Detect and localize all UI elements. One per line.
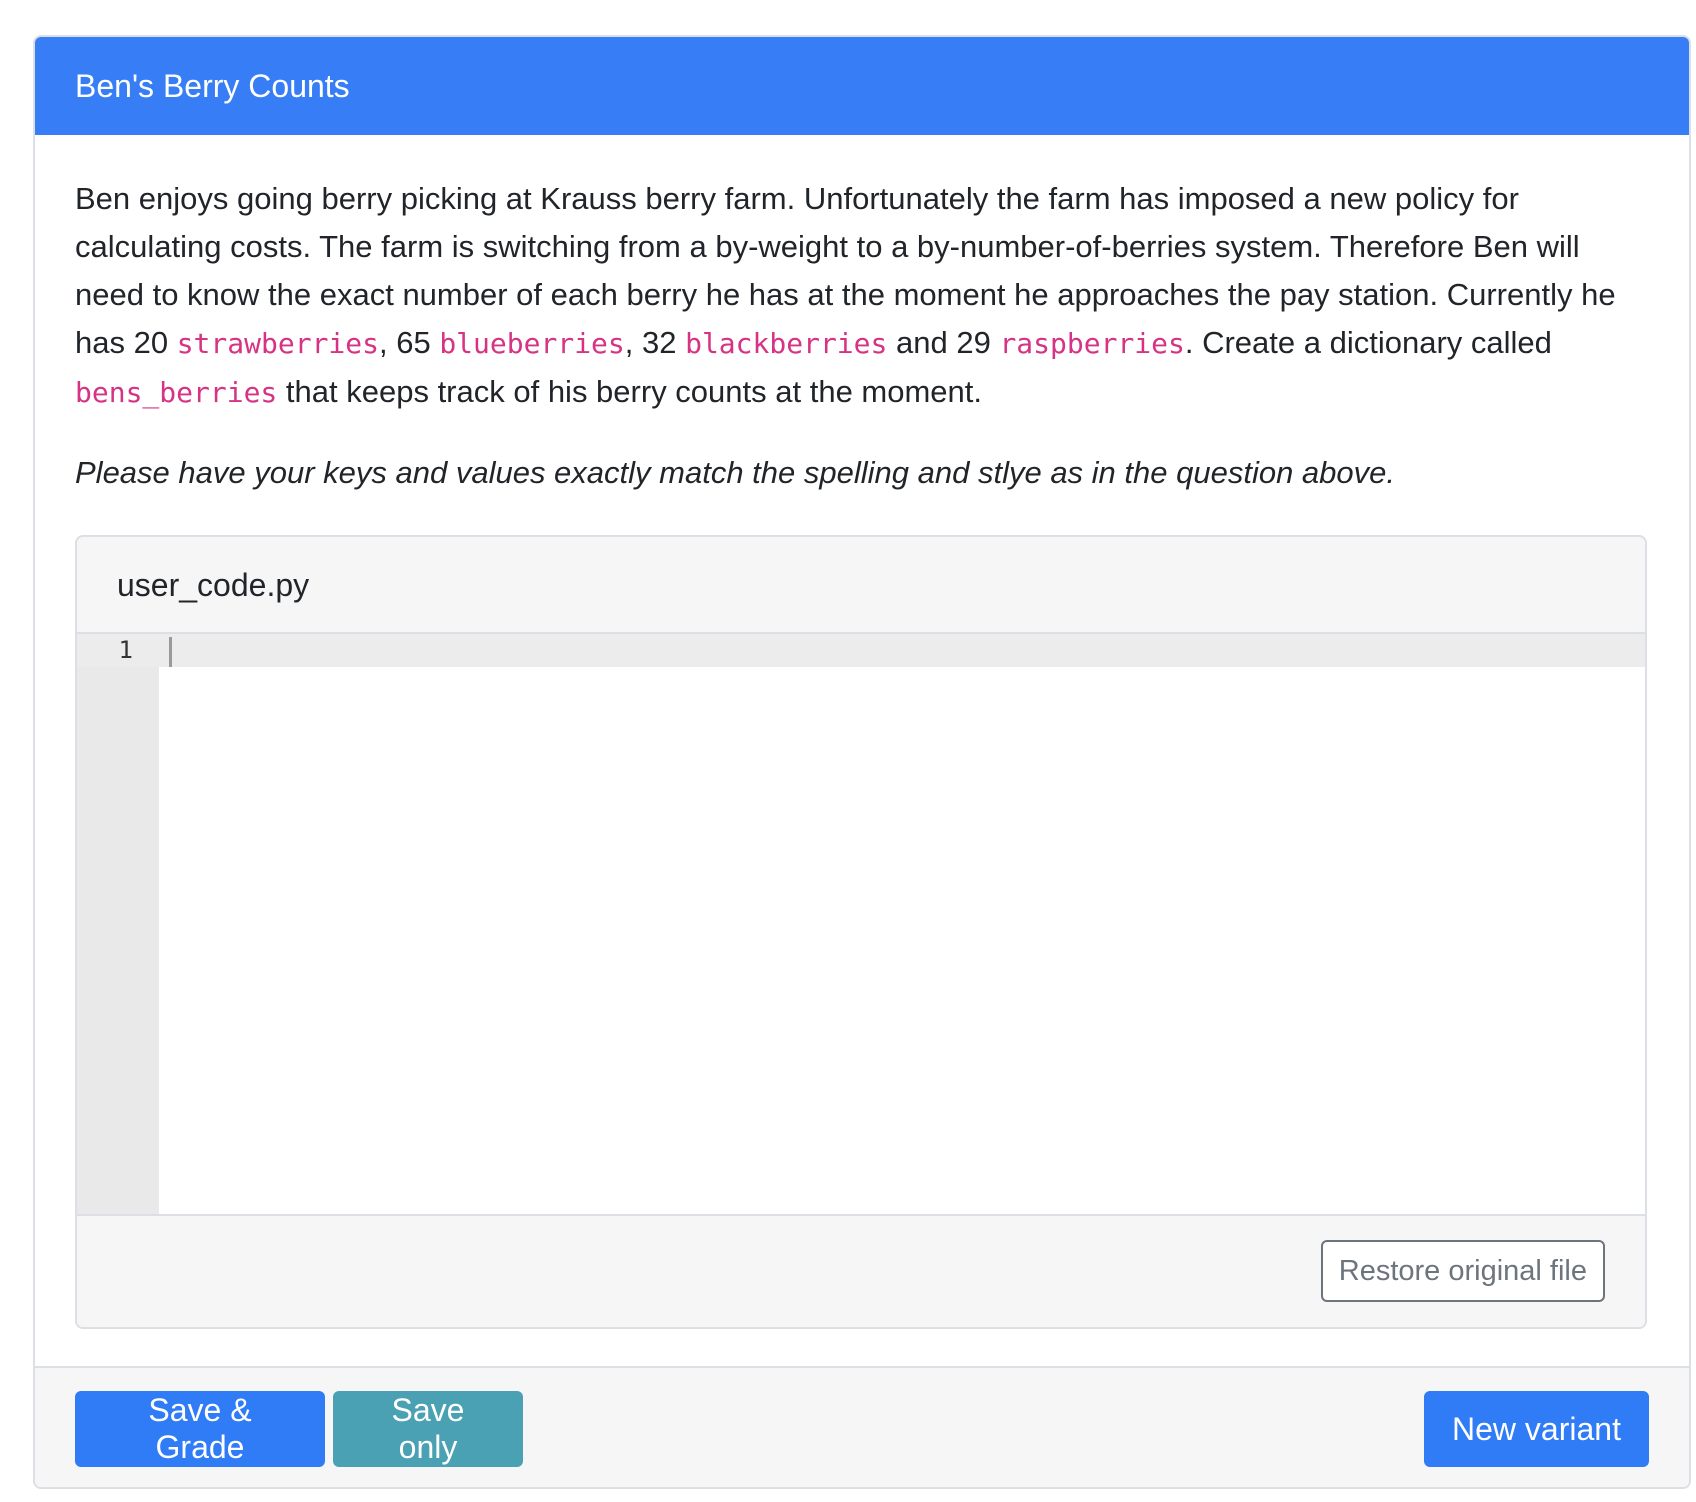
code-raspberries: raspberries: [999, 327, 1185, 360]
save-only-button[interactable]: Save only: [333, 1391, 523, 1467]
question-body: Ben enjoys going berry picking at Krauss…: [35, 135, 1689, 1329]
question-prompt: Ben enjoys going berry picking at Krauss…: [75, 175, 1645, 417]
code-input[interactable]: [161, 634, 1639, 1214]
code-strawberries: strawberries: [176, 327, 379, 360]
question-title: Ben's Berry Counts: [35, 37, 1689, 135]
prompt-text-3: , 32: [624, 325, 686, 360]
code-area[interactable]: 1: [77, 634, 1645, 1214]
text-cursor: [169, 637, 172, 667]
code-blackberries: blackberries: [685, 327, 888, 360]
code-bens-berries: bens_berries: [75, 376, 278, 409]
editor-footer: Restore original file: [77, 1214, 1645, 1327]
question-card: Ben's Berry Counts Ben enjoys going berr…: [33, 35, 1691, 1489]
save-and-grade-button[interactable]: Save & Grade: [75, 1391, 325, 1467]
prompt-text-4: and 29: [887, 325, 1000, 360]
prompt-text-5: . Create a dictionary called: [1184, 325, 1552, 360]
editor-filename: user_code.py: [77, 537, 1645, 634]
question-footer: Save & Grade Save only New variant: [35, 1366, 1689, 1487]
restore-original-file-button[interactable]: Restore original file: [1320, 1240, 1605, 1302]
line-number-gutter: [77, 634, 159, 1214]
question-note: Please have your keys and values exactly…: [75, 455, 1396, 490]
line-number: 1: [118, 636, 133, 664]
new-variant-button[interactable]: New variant: [1424, 1391, 1649, 1467]
code-editor-panel: user_code.py 1 Restore original file: [75, 535, 1647, 1329]
code-blueberries: blueberries: [439, 327, 625, 360]
prompt-text-6: that keeps track of his berry counts at …: [277, 374, 983, 409]
prompt-text-2: , 65: [379, 325, 440, 360]
